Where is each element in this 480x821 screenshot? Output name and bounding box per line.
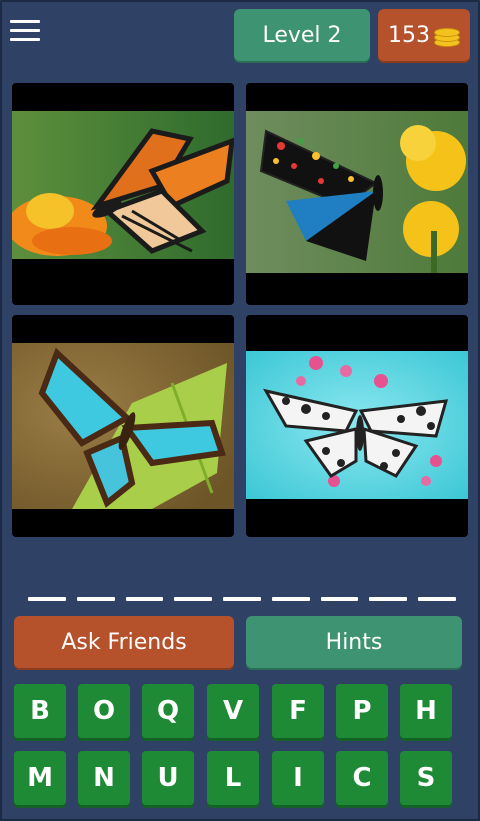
letter-key[interactable]: F xyxy=(272,684,324,738)
answer-slot[interactable] xyxy=(418,597,457,601)
letter-key[interactable]: M xyxy=(14,751,66,805)
coin-counter[interactable]: 153 xyxy=(378,9,470,61)
letter-key[interactable]: V xyxy=(207,684,259,738)
answer-slot[interactable] xyxy=(320,597,359,601)
answer-slot[interactable] xyxy=(174,597,213,601)
letter-key[interactable]: H xyxy=(400,684,452,738)
letter-key[interactable]: L xyxy=(207,751,259,805)
level-label: Level 2 xyxy=(262,22,342,48)
coin-count: 153 xyxy=(388,22,430,48)
ask-friends-label: Ask Friends xyxy=(61,629,187,655)
puzzle-image-1[interactable] xyxy=(12,83,234,305)
answer-slot[interactable] xyxy=(28,597,66,601)
puzzle-image-4[interactable] xyxy=(246,315,468,537)
letter-key[interactable]: B xyxy=(14,684,66,738)
monarch-butterfly-image xyxy=(12,111,234,259)
spotted-black-butterfly-image xyxy=(246,111,468,273)
letter-key[interactable]: O xyxy=(78,684,130,738)
level-badge: Level 2 xyxy=(234,9,370,61)
white-spotted-butterfly-image xyxy=(246,351,468,499)
puzzle-image-2[interactable] xyxy=(246,83,468,305)
letter-key[interactable]: U xyxy=(142,751,194,805)
hamburger-menu-icon[interactable] xyxy=(10,20,40,46)
puzzle-image-3[interactable] xyxy=(12,315,234,537)
answer-slot[interactable] xyxy=(271,597,310,601)
ask-friends-button[interactable]: Ask Friends xyxy=(14,616,234,668)
letter-key[interactable]: P xyxy=(336,684,388,738)
answer-slots xyxy=(28,594,457,604)
answer-slot[interactable] xyxy=(369,597,408,601)
letter-key[interactable]: N xyxy=(78,751,130,805)
hints-label: Hints xyxy=(325,629,383,655)
blue-morpho-butterfly-image xyxy=(12,343,234,509)
letter-key[interactable]: I xyxy=(272,751,324,805)
letter-key[interactable]: S xyxy=(400,751,452,805)
answer-slot[interactable] xyxy=(223,597,261,601)
hints-button[interactable]: Hints xyxy=(246,616,462,668)
letter-key[interactable]: Q xyxy=(142,684,194,738)
letter-key[interactable]: C xyxy=(336,751,388,805)
answer-slot[interactable] xyxy=(76,597,115,601)
answer-slot[interactable] xyxy=(125,597,164,601)
coin-stack-icon xyxy=(434,24,460,47)
